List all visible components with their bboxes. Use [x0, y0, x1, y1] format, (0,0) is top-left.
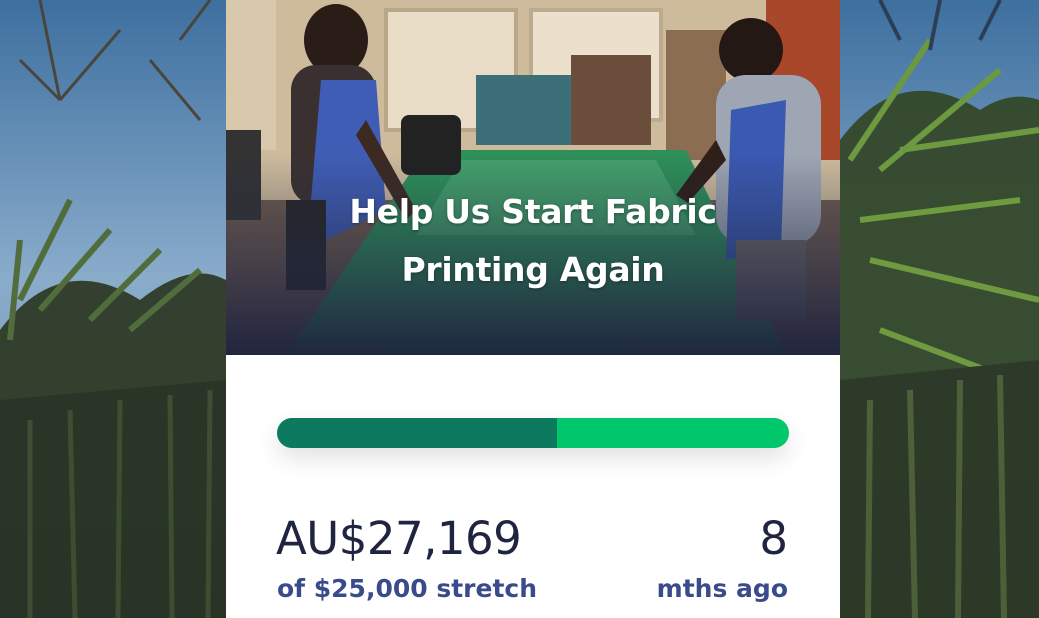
campaign-title-line-2: Printing Again	[401, 250, 665, 289]
time-ago-value: 8	[759, 512, 788, 565]
campaign-title[interactable]: Help Us Start Fabric Printing Again	[286, 183, 780, 299]
funding-progress-fill	[277, 418, 558, 448]
page: Help Us Start Fabric Printing Again AU$2…	[0, 0, 1039, 618]
campaign-title-line-1: Help Us Start Fabric	[349, 192, 717, 231]
campaign-hero-image[interactable]: Help Us Start Fabric Printing Again	[226, 0, 840, 355]
amount-raised: AU$27,169	[276, 512, 522, 565]
campaign-card[interactable]: Help Us Start Fabric Printing Again AU$2…	[226, 0, 840, 618]
time-ago-unit: mths ago	[656, 574, 788, 603]
goal-text: of $25,000 stretch	[277, 574, 538, 603]
funding-progress-bar	[277, 418, 789, 448]
